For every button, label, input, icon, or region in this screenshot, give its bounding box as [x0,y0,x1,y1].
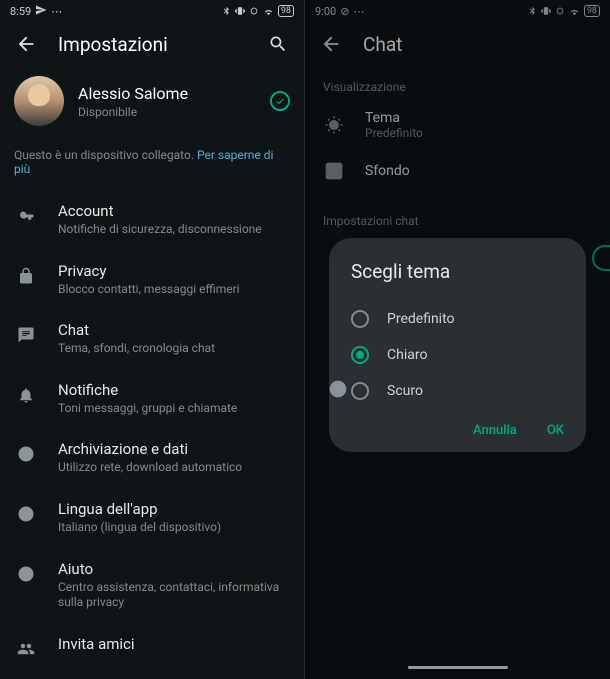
device-note: Questo è un dispositivo collegato. Per s… [0,140,304,190]
chat-icon [14,323,38,347]
menu-privacy[interactable]: PrivacyBlocco contatti, messaggi effimer… [0,250,304,310]
menu-storage[interactable]: Archiviazione e datiUtilizzo rete, downl… [0,428,304,488]
wifi-icon [263,6,274,17]
radio-icon [351,346,369,364]
lock-icon [14,264,38,288]
footer-text: from [0,673,304,679]
status-bar: 8:59 ⋯ 98 [0,0,304,22]
help-icon [14,562,38,586]
keyboard-icon [327,378,349,400]
radio-option-predefinito[interactable]: Predefinito [351,301,564,337]
profile-name: Alessio Salome [78,84,256,103]
radio-icon [351,310,369,328]
menu-invite[interactable]: Invita amici [0,623,304,673]
profile-status: Disponibile [78,105,256,119]
clock: 8:59 [10,5,31,18]
bell-icon [14,383,38,407]
data-icon [14,442,38,466]
bluetooth-icon [221,6,231,16]
search-button[interactable] [266,32,290,56]
header: Impostazioni [0,22,304,66]
profile-row[interactable]: Alessio Salome Disponibile [0,66,304,140]
page-title: Impostazioni [58,33,246,56]
cancel-button[interactable]: Annulla [473,423,517,438]
vibrate-icon [235,6,245,16]
avatar [14,76,64,126]
menu-language[interactable]: Lingua dell'appItaliano (lingua del disp… [0,488,304,548]
back-button[interactable] [14,32,38,56]
globe-icon [14,502,38,526]
radio-option-chiaro[interactable]: Chiaro [351,337,564,373]
telegram-icon [35,4,47,19]
status-icons: 98 [221,5,294,17]
people-icon [14,637,38,661]
home-indicator[interactable] [408,666,508,669]
menu-chat[interactable]: ChatTema, sfondi, cronologia chat [0,309,304,369]
radio-option-scuro[interactable]: Scuro [351,373,564,409]
menu-help[interactable]: AiutoCentro assistenza, contattaci, info… [0,548,304,623]
dialog-title: Scegli tema [351,260,564,283]
radio-icon [351,382,369,400]
theme-dialog: Scegli tema Predefinito Chiaro Scuro Ann… [329,238,586,452]
key-icon [14,204,38,228]
ok-button[interactable]: OK [547,423,564,438]
alarm-off-icon [249,6,259,16]
more-icon: ⋯ [51,5,62,18]
menu-notifications[interactable]: NotificheToni messaggi, gruppi e chiamat… [0,369,304,429]
menu-account[interactable]: AccountNotifiche di sicurezza, disconnes… [0,190,304,250]
battery-icon: 98 [278,5,294,17]
verified-icon [270,91,290,111]
